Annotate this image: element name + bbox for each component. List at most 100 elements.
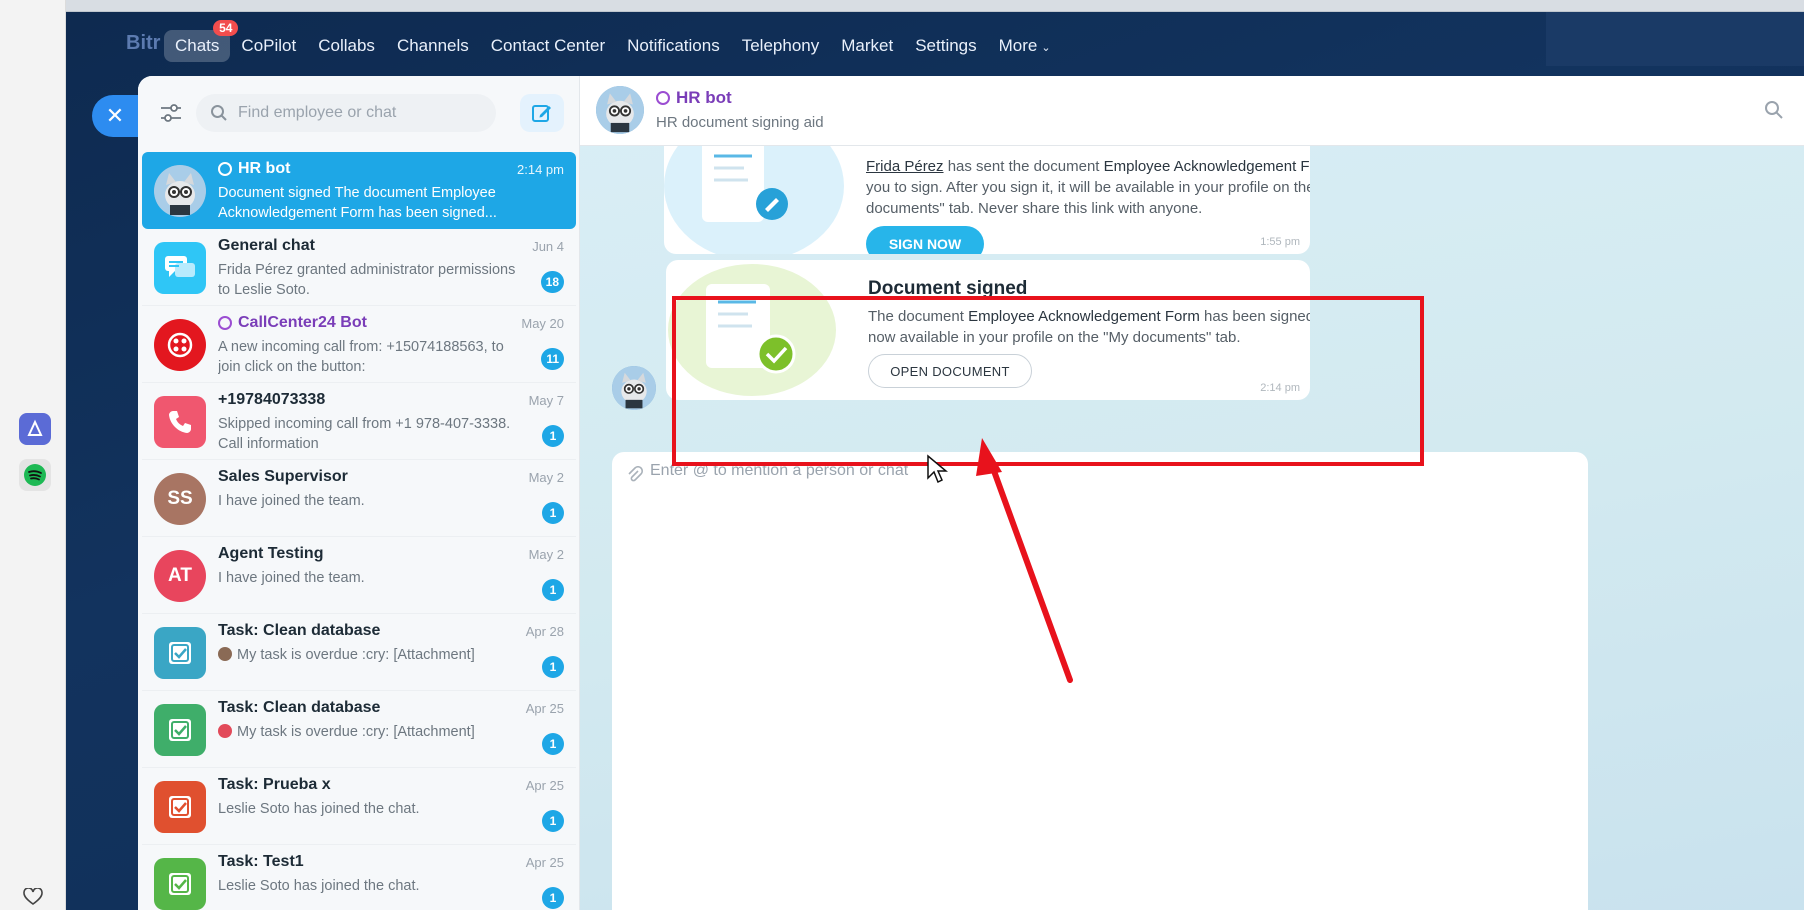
avatar: SS — [154, 473, 206, 525]
nav-item-notifications[interactable]: Notifications — [616, 30, 731, 62]
chat-item-sales-supervisor[interactable]: SS Sales Supervisor May 2 I have joined … — [142, 460, 576, 537]
avatar — [154, 242, 206, 294]
mini-avatar — [218, 724, 232, 738]
text-segment: has sent the document — [943, 158, 1104, 175]
chat-item-agent-testing[interactable]: AT Agent Testing May 2 I have joined the… — [142, 537, 576, 614]
close-icon: ✕ — [105, 103, 125, 128]
message-document-signed: Document signed The document Employee Ac… — [666, 260, 1310, 400]
background-region — [1546, 12, 1804, 66]
chat-name: +19784073338 — [218, 391, 326, 408]
chat-title-text: HR bot — [676, 88, 732, 107]
new-chat-button[interactable] — [520, 94, 564, 132]
top-navigation: Bitr Chats 54 CoPilot Collabs Channels Co… — [66, 12, 1804, 76]
bot-icon — [656, 91, 670, 105]
unread-count: 1 — [542, 810, 564, 832]
nav-item-chats[interactable]: Chats 54 — [164, 20, 239, 62]
chat-date: May 2 — [528, 470, 564, 485]
chat-date: Apr 28 — [525, 624, 564, 639]
unread-count: 18 — [540, 271, 564, 293]
chat-item-callcenter-bot[interactable]: CallCenter24 Bot May 20 A new incoming c… — [142, 306, 576, 383]
message-input[interactable] — [650, 462, 1550, 502]
sign-now-button[interactable]: SIGN NOW — [866, 226, 984, 254]
avatar — [154, 165, 206, 217]
unread-count: 1 — [542, 887, 564, 909]
unread-count: 1 — [542, 656, 564, 678]
document-illustration — [666, 260, 846, 400]
avatar — [154, 781, 206, 833]
chat-preview-text: My task is overdue :cry: [Attachment] — [237, 647, 475, 663]
nav-item-collabs[interactable]: Collabs — [307, 30, 386, 62]
nav-item-copilot[interactable]: CoPilot — [230, 30, 307, 62]
app-store-icon[interactable] — [19, 413, 51, 445]
search-icon[interactable] — [1764, 100, 1784, 120]
chat-item-task-clean-db-2[interactable]: Task: Clean database Apr 25 My task is o… — [142, 691, 576, 768]
avatar: AT — [154, 550, 206, 602]
mouse-cursor — [927, 454, 948, 484]
nav-item-settings[interactable]: Settings — [904, 30, 987, 62]
chat-name: Task: Prueba x — [218, 776, 331, 793]
message-text: Frida Pérez has sent the document Employ… — [866, 156, 1310, 219]
unread-count: 1 — [542, 733, 564, 755]
sidebar-header — [138, 76, 580, 152]
nav-item-market[interactable]: Market — [830, 30, 904, 62]
avatar — [154, 704, 206, 756]
nav-item-channels[interactable]: Channels — [386, 30, 480, 62]
task-icon — [169, 796, 191, 818]
hr-bot-avatar[interactable] — [596, 86, 644, 134]
chat-header: HR bot HR document signing aid — [580, 76, 1804, 146]
nav-item-telephony[interactable]: Telephony — [731, 30, 831, 62]
chat-name: General chat — [218, 237, 315, 254]
search-box[interactable] — [196, 94, 496, 132]
spotify-icon[interactable] — [19, 459, 51, 491]
chat-preview: I have joined the team. — [218, 493, 365, 509]
document-name: Employee Acknowledgement Form — [1103, 158, 1310, 175]
filter-icon[interactable] — [158, 100, 184, 126]
nav-item-more[interactable]: More ⌄ — [988, 30, 1062, 62]
nav-label: More — [998, 36, 1038, 55]
chat-date: Jun 4 — [532, 239, 564, 254]
message-composer[interactable] — [612, 452, 1588, 910]
brand-logo: Bitr — [126, 32, 161, 54]
nav-item-contact-center[interactable]: Contact Center — [480, 30, 616, 62]
chat-date: Apr 25 — [525, 855, 564, 870]
message-sign-request: Frida Pérez has sent the document Employ… — [664, 146, 1310, 254]
chat-date: May 7 — [528, 393, 564, 408]
open-document-button[interactable]: OPEN DOCUMENT — [868, 354, 1032, 388]
paperclip-icon[interactable] — [626, 466, 644, 484]
chat-name: Task: Clean database — [218, 622, 381, 639]
os-dock — [0, 0, 66, 910]
document-name: Employee Acknowledgement Form — [968, 308, 1200, 325]
chat-preview: Leslie Soto has joined the chat. — [218, 878, 420, 894]
heart-icon[interactable] — [23, 887, 43, 908]
chat-item-task-test1[interactable]: Task: Test1 Apr 25 Leslie Soto has joine… — [142, 845, 576, 910]
compose-icon — [532, 105, 551, 122]
text-segment: The document — [868, 308, 969, 325]
chat-item-task-prueba[interactable]: Task: Prueba x Apr 25 Leslie Soto has jo… — [142, 768, 576, 845]
chat-item-task-clean-db-1[interactable]: Task: Clean database Apr 28 My task is o… — [142, 614, 576, 691]
author-link[interactable]: Frida Pérez — [866, 158, 944, 175]
task-icon — [169, 642, 191, 664]
search-input[interactable] — [238, 104, 478, 122]
chat-name: Agent Testing — [218, 545, 324, 562]
chat-sidebar: HR bot 2:14 pm Document signed The docum… — [138, 76, 580, 910]
chat-panel: HR bot 2:14 pm Document signed The docum… — [138, 76, 1804, 910]
message-text: The document Employee Acknowledgement Fo… — [868, 306, 1310, 348]
chat-date: Apr 25 — [525, 701, 564, 716]
nav-label: Chats — [175, 36, 220, 55]
chat-name: Task: Clean database — [218, 699, 381, 716]
document-illustration — [664, 146, 844, 254]
chat-item-hr-bot[interactable]: HR bot 2:14 pm Document signed The docum… — [142, 152, 576, 229]
chat-preview: I have joined the team. — [218, 570, 365, 586]
task-icon — [169, 873, 191, 895]
chat-title[interactable]: HR bot — [656, 88, 732, 108]
chat-name-text: CallCenter24 Bot — [238, 314, 367, 331]
chat-item-phone[interactable]: +19784073338 May 7 Skipped incoming call… — [142, 383, 576, 460]
message-time: 1:55 pm — [1260, 236, 1300, 248]
chat-list: HR bot 2:14 pm Document signed The docum… — [142, 152, 576, 910]
chat-name: CallCenter24 Bot — [218, 314, 367, 332]
chat-preview-text: My task is overdue :cry: [Attachment] — [237, 724, 475, 740]
message-time: 2:14 pm — [1260, 382, 1300, 394]
chat-item-general[interactable]: General chat Jun 4 Frida Pérez granted a… — [142, 229, 576, 306]
bot-icon — [218, 162, 232, 176]
close-chat-panel-button[interactable]: ✕ — [92, 95, 138, 137]
